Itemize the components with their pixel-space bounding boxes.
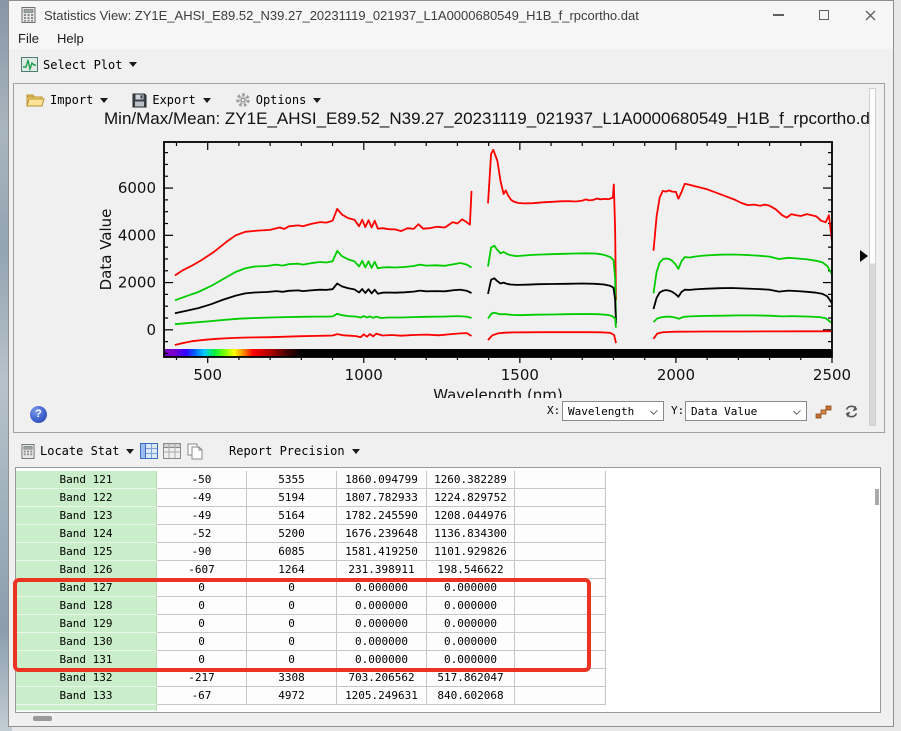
dropdown-arrow-icon bbox=[351, 448, 360, 454]
panel-expander-arrow[interactable] bbox=[860, 250, 868, 262]
x-axis-combo-value: Wavelength bbox=[568, 404, 635, 418]
table-blue-icon bbox=[139, 443, 158, 459]
y-axis-combo[interactable]: Data Value bbox=[685, 401, 807, 421]
table-row[interactable]: Band 133 -67 4972 1205.249631 840.602068 bbox=[16, 687, 880, 705]
x-tick-label: 1500 bbox=[501, 366, 539, 384]
table-view-all-button[interactable] bbox=[162, 442, 181, 461]
y-tick-label: 6000 bbox=[118, 179, 156, 197]
table-panel: Locate Stat Report Precision Band 121 -5… bbox=[13, 437, 885, 725]
table-row[interactable]: Band 124 -52 5200 1676.239648 1136.83430… bbox=[16, 525, 880, 543]
highlight-annotation-zero-bands bbox=[13, 578, 591, 672]
title-bar[interactable]: Statistics View: ZY1E_AHSI_E89.52_N39.27… bbox=[9, 1, 893, 29]
window-title: Statistics View: ZY1E_AHSI_E89.52_N39.27… bbox=[44, 7, 639, 23]
table-toolbar: Locate Stat Report Precision bbox=[13, 437, 885, 465]
plot-side-scrollbar[interactable] bbox=[869, 88, 876, 426]
table-row[interactable]: Band 122 -49 5194 1807.782933 1224.82975… bbox=[16, 489, 880, 507]
select-plot-row: Select Plot bbox=[9, 53, 893, 81]
x-tick-label: 500 bbox=[193, 366, 222, 384]
minimize-icon bbox=[772, 14, 784, 16]
report-precision-button[interactable]: Report Precision bbox=[229, 444, 360, 458]
plot-waveform-icon bbox=[21, 57, 38, 72]
copy-button[interactable] bbox=[185, 442, 204, 461]
y-tick-label: 2000 bbox=[118, 274, 156, 292]
table-row[interactable]: Band 125 -90 6085 1581.419250 1101.92982… bbox=[16, 543, 880, 561]
dropdown-arrow-icon bbox=[129, 62, 138, 67]
x-tick-label: 2500 bbox=[813, 366, 851, 384]
plot-panel: Import Export Options Min/Max/Mean: ZY1E… bbox=[13, 83, 885, 433]
table-row-partial bbox=[16, 705, 880, 711]
menu-bar: File Help bbox=[9, 29, 893, 49]
x-tick-label: 1000 bbox=[345, 366, 383, 384]
y-axis-combo-value: Data Value bbox=[691, 404, 758, 418]
menu-file[interactable]: File bbox=[9, 29, 48, 49]
table-view-selected-button[interactable] bbox=[139, 442, 158, 461]
y-tick-label: 0 bbox=[146, 321, 156, 339]
calculator-icon bbox=[21, 7, 36, 23]
select-plot-button[interactable]: Select Plot bbox=[21, 57, 138, 72]
y-axis-combo-label: Y: bbox=[671, 404, 685, 417]
horizontal-scroll-thumb[interactable] bbox=[33, 716, 52, 721]
menu-help[interactable]: Help bbox=[48, 29, 93, 49]
stairs-stretch-icon[interactable] bbox=[815, 402, 833, 420]
table-row[interactable]: Band 126 -607 1264 231.398911 198.546622 bbox=[16, 561, 880, 579]
plot-bottom-controls: ? X: Wavelength Y: Data Value bbox=[14, 398, 880, 428]
report-precision-label: Report Precision bbox=[229, 444, 345, 458]
refresh-icon[interactable] bbox=[843, 403, 860, 420]
chevron-down-icon bbox=[793, 407, 801, 415]
table-row[interactable]: Band 121 -50 5355 1860.094799 1260.38228… bbox=[16, 471, 880, 489]
x-axis-combo[interactable]: Wavelength bbox=[562, 401, 664, 421]
spectral-chart[interactable]: 500 1000 1500 2000 2500 0 2000 4000 6000 Waveleng… bbox=[14, 84, 886, 398]
locate-stat-label: Locate Stat bbox=[40, 444, 120, 458]
x-tick-label: 2000 bbox=[657, 366, 695, 384]
maximize-icon bbox=[819, 10, 829, 20]
x-axis-combo-label: X: bbox=[547, 404, 561, 417]
close-button[interactable] bbox=[847, 1, 893, 29]
maximize-button[interactable] bbox=[801, 1, 847, 29]
chevron-down-icon bbox=[650, 407, 658, 415]
minimize-button[interactable] bbox=[755, 1, 801, 29]
help-icon[interactable]: ? bbox=[30, 406, 47, 423]
x-axis-title: Wavelength (nm) bbox=[433, 386, 563, 398]
select-plot-label: Select Plot bbox=[43, 57, 123, 72]
table-horizontal-scrollbar[interactable] bbox=[15, 713, 881, 724]
y-axis-title: Data Value bbox=[97, 209, 115, 291]
dropdown-arrow-icon bbox=[126, 448, 135, 454]
statistics-view-window: Statistics View: ZY1E_AHSI_E89.52_N39.27… bbox=[8, 0, 894, 727]
table-vertical-scrollbar[interactable] bbox=[875, 489, 879, 505]
locate-stat-button[interactable]: Locate Stat bbox=[21, 443, 135, 459]
close-icon bbox=[865, 10, 875, 20]
table-row[interactable]: Band 123 -49 5164 1782.245590 1208.04497… bbox=[16, 507, 880, 525]
table-gray-icon bbox=[162, 443, 181, 459]
y-tick-label: 4000 bbox=[118, 226, 156, 244]
copy-pages-icon bbox=[187, 443, 202, 459]
calculator-icon bbox=[21, 443, 35, 459]
